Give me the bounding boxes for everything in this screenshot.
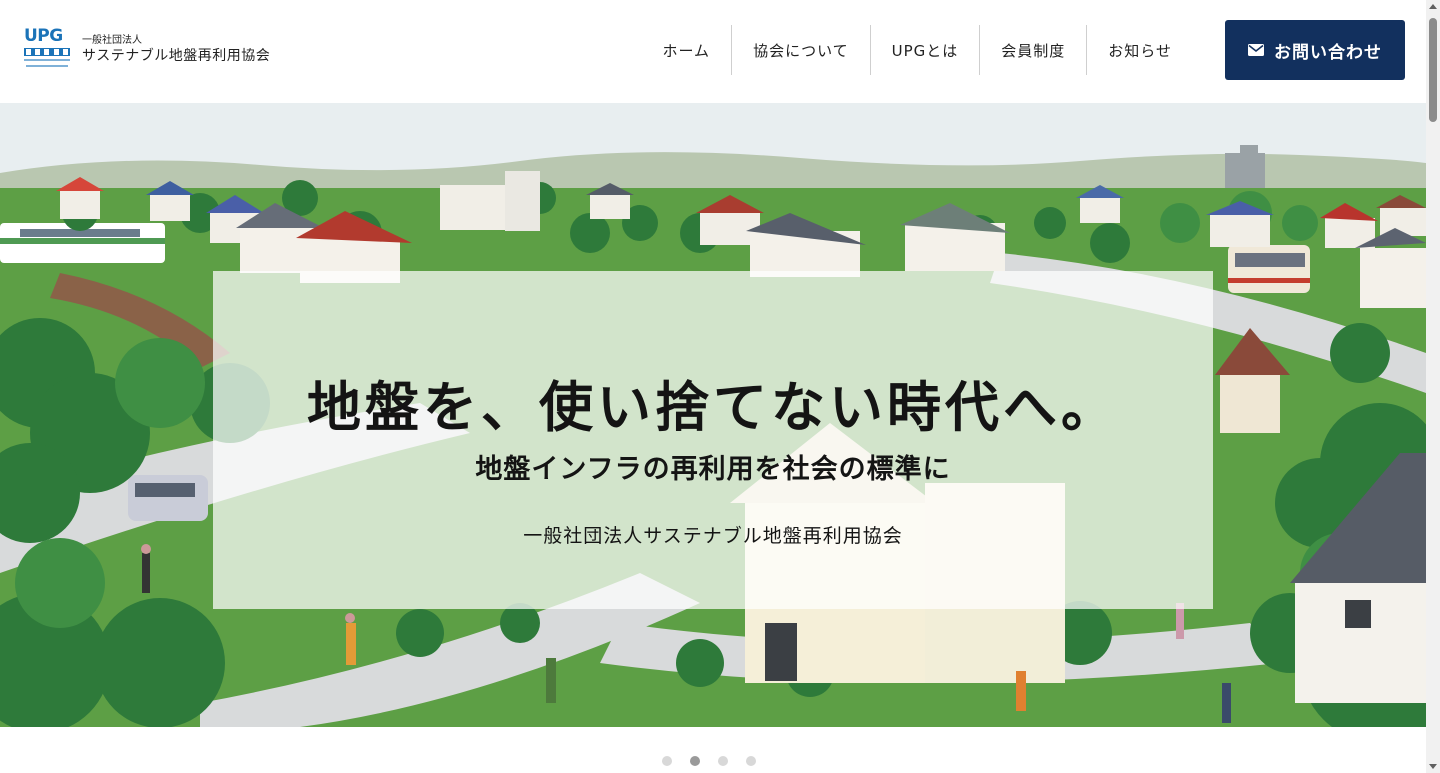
- contact-button[interactable]: お問い合わせ: [1225, 20, 1405, 80]
- page-scrollbar[interactable]: [1426, 0, 1440, 773]
- nav-item-about[interactable]: 協会について: [731, 25, 870, 75]
- scrollbar-thumb[interactable]: [1429, 18, 1437, 122]
- slide-dot-3[interactable]: [718, 756, 728, 766]
- nav-item-home[interactable]: ホーム: [642, 25, 732, 75]
- mail-icon: [1248, 44, 1264, 56]
- slide-dot-4[interactable]: [746, 756, 756, 766]
- contact-button-label: お問い合わせ: [1274, 42, 1382, 63]
- main-nav: ホーム 協会について UPGとは 会員制度 お知らせ: [642, 25, 1194, 75]
- hero-organization: 一般社団法人サステナブル地盤再利用協会: [523, 525, 903, 547]
- site-logo[interactable]: UPG 一般社団法人 サステナブル地盤再利用協会: [24, 26, 270, 72]
- nav-item-news[interactable]: お知らせ: [1086, 25, 1193, 75]
- slider-pagination: [662, 756, 756, 766]
- hero-slider: 地盤を、使い捨てない時代へ。 地盤インフラの再利用を社会の標準に 一般社団法人サ…: [0, 103, 1426, 727]
- hero-overlay-panel: 地盤を、使い捨てない時代へ。 地盤インフラの再利用を社会の標準に 一般社団法人サ…: [213, 271, 1213, 609]
- hero-subline: 地盤インフラの再利用を社会の標準に: [475, 454, 951, 485]
- scroll-up-arrow-icon[interactable]: [1429, 4, 1437, 9]
- upg-logo-mark: UPG: [24, 26, 70, 72]
- logo-small-text: 一般社団法人: [82, 35, 142, 46]
- slide-dot-2[interactable]: [690, 756, 700, 766]
- logo-mark-text: UPG: [24, 26, 63, 46]
- hero-headline: 地盤を、使い捨てない時代へ。: [307, 376, 1119, 439]
- site-header: UPG 一般社団法人 サステナブル地盤再利用協会 ホーム 協会について UPGと…: [0, 0, 1426, 103]
- nav-item-membership[interactable]: 会員制度: [979, 25, 1086, 75]
- nav-item-upg[interactable]: UPGとは: [869, 25, 980, 75]
- scroll-down-arrow-icon[interactable]: [1429, 764, 1437, 769]
- logo-org-name: サステナブル地盤再利用協会: [82, 48, 271, 64]
- logo-text: 一般社団法人 サステナブル地盤再利用協会: [82, 35, 270, 65]
- slide-dot-1[interactable]: [662, 756, 672, 766]
